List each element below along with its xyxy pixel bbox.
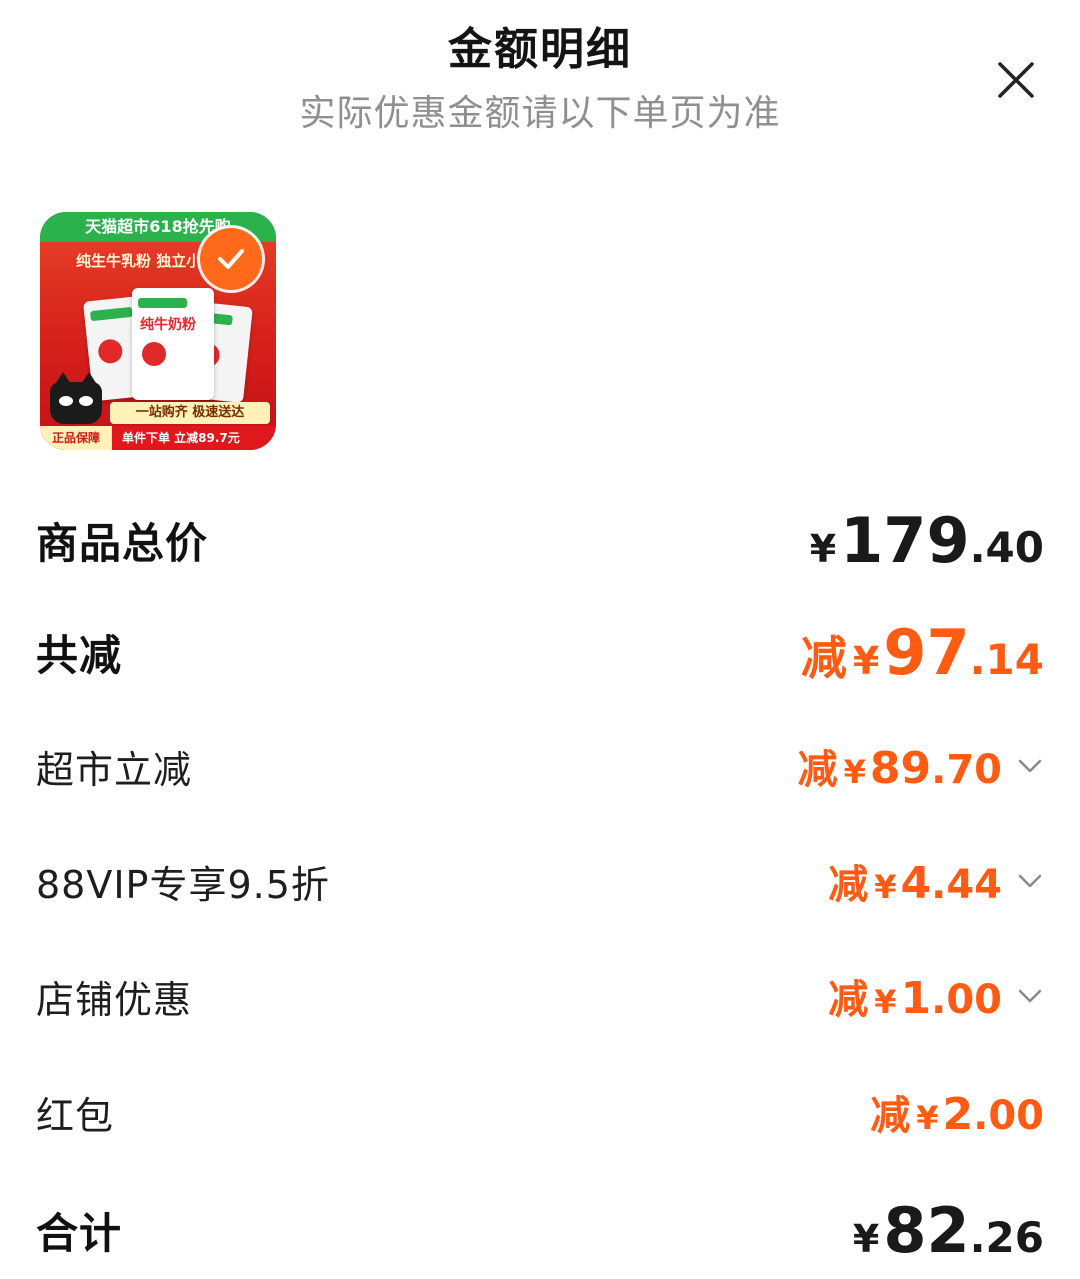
amount-decimal: .00 bbox=[931, 977, 1002, 1023]
amount-decimal: .44 bbox=[931, 862, 1002, 908]
amount-integer: 1 bbox=[900, 973, 932, 1024]
discount-label: 超市立减 bbox=[36, 747, 193, 792]
final-total-label: 合计 bbox=[36, 1208, 123, 1258]
discount-row-88vip[interactable]: 88VIP专享9.5折 减 ¥ 4 .44 bbox=[36, 845, 1044, 917]
amount-decimal: .14 bbox=[969, 634, 1044, 684]
thumb-banner: 一站购齐 极速送达 bbox=[110, 402, 270, 424]
currency-symbol: ¥ bbox=[874, 983, 897, 1021]
discount-value: 减 ¥ 1 .00 bbox=[828, 967, 1002, 1025]
amount-integer: 89 bbox=[869, 743, 932, 794]
chevron-down-icon bbox=[1018, 874, 1042, 888]
discount-value: 减 ¥ 4 .44 bbox=[828, 852, 1002, 910]
product-bag-image: 纯牛奶粉 bbox=[132, 288, 214, 400]
thumb-promo: 单件下单 立减89.7元 bbox=[122, 431, 240, 445]
thumb-product-name: 纯牛奶粉 bbox=[140, 317, 196, 333]
amount-detail-sheet: 金额明细 实际优惠金额请以下单页为准 天猫超市618抢先购 纯生牛乳粉 独立小袋… bbox=[0, 0, 1080, 1279]
amount-integer: 4 bbox=[900, 858, 932, 909]
amount-decimal: .40 bbox=[969, 522, 1044, 572]
amount-integer: 2 bbox=[942, 1089, 974, 1140]
discount-amount-group: 减 ¥ 4 .44 bbox=[828, 852, 1044, 910]
amount-decimal: .00 bbox=[973, 1093, 1044, 1139]
discount-row-red-packet: 红包 减 ¥ 2 .00 bbox=[36, 1076, 1044, 1148]
chevron-down-icon bbox=[1018, 989, 1042, 1003]
total-price-value: ¥ 179 .40 bbox=[810, 504, 1044, 577]
amount-decimal: .26 bbox=[969, 1212, 1044, 1262]
currency-symbol: ¥ bbox=[843, 753, 866, 791]
currency-symbol: ¥ bbox=[852, 638, 880, 683]
expand-button[interactable] bbox=[1016, 752, 1044, 780]
currency-symbol: ¥ bbox=[916, 1099, 939, 1137]
discount-prefix: 减 bbox=[797, 747, 838, 793]
discount-prefix: 减 bbox=[870, 1093, 911, 1139]
currency-symbol: ¥ bbox=[852, 1216, 880, 1261]
currency-symbol: ¥ bbox=[809, 526, 837, 571]
close-icon bbox=[998, 62, 1034, 98]
expand-button[interactable] bbox=[1016, 982, 1044, 1010]
currency-symbol: ¥ bbox=[874, 868, 897, 906]
thumb-guarantee: 正品保障 bbox=[40, 426, 112, 450]
discount-row-supermarket[interactable]: 超市立减 减 ¥ 89 .70 bbox=[36, 730, 1044, 802]
amount-integer: 97 bbox=[883, 615, 970, 689]
selected-checkbox[interactable] bbox=[200, 228, 262, 290]
total-discount-value: 减 ¥ 97 .14 bbox=[801, 616, 1044, 689]
final-total-row: 合计 ¥ 82 .26 bbox=[36, 1190, 1044, 1270]
amount-decimal: .70 bbox=[931, 747, 1002, 793]
amount-integer: 82 bbox=[883, 1193, 970, 1267]
discount-label: 红包 bbox=[36, 1093, 115, 1138]
expand-button[interactable] bbox=[1016, 867, 1044, 895]
discount-prefix: 减 bbox=[828, 977, 869, 1023]
discount-prefix: 减 bbox=[800, 630, 847, 685]
discount-prefix: 减 bbox=[828, 862, 869, 908]
tmall-cat-logo bbox=[50, 372, 102, 424]
chevron-down-icon bbox=[1018, 759, 1042, 773]
total-discount-row: 共减 减 ¥ 97 .14 bbox=[36, 612, 1044, 692]
total-price-label: 商品总价 bbox=[36, 518, 209, 568]
discount-value: 减 ¥ 2 .00 bbox=[870, 1083, 1044, 1141]
discount-row-store[interactable]: 店铺优惠 减 ¥ 1 .00 bbox=[36, 960, 1044, 1032]
total-discount-label: 共减 bbox=[36, 630, 123, 680]
final-total-value: ¥ 82 .26 bbox=[853, 1194, 1044, 1267]
discount-amount-group: 减 ¥ 89 .70 bbox=[798, 737, 1044, 795]
discount-value: 减 ¥ 89 .70 bbox=[798, 737, 1002, 795]
sheet-title: 金额明细 bbox=[448, 24, 632, 75]
thumb-slogan: 纯生牛乳粉 独立小袋 bbox=[76, 252, 217, 270]
sheet-subtitle: 实际优惠金额请以下单页为准 bbox=[299, 93, 781, 134]
discount-amount-group: 减 ¥ 1 .00 bbox=[828, 967, 1044, 1025]
sheet-header: 金额明细 实际优惠金额请以下单页为准 bbox=[0, 18, 1080, 144]
amount-integer: 179 bbox=[840, 503, 970, 577]
check-icon bbox=[218, 249, 244, 269]
close-button[interactable] bbox=[992, 56, 1040, 104]
discount-label: 88VIP专享9.5折 bbox=[36, 862, 330, 907]
discount-label: 店铺优惠 bbox=[36, 977, 193, 1022]
total-price-row: 商品总价 ¥ 179 .40 bbox=[36, 500, 1044, 580]
